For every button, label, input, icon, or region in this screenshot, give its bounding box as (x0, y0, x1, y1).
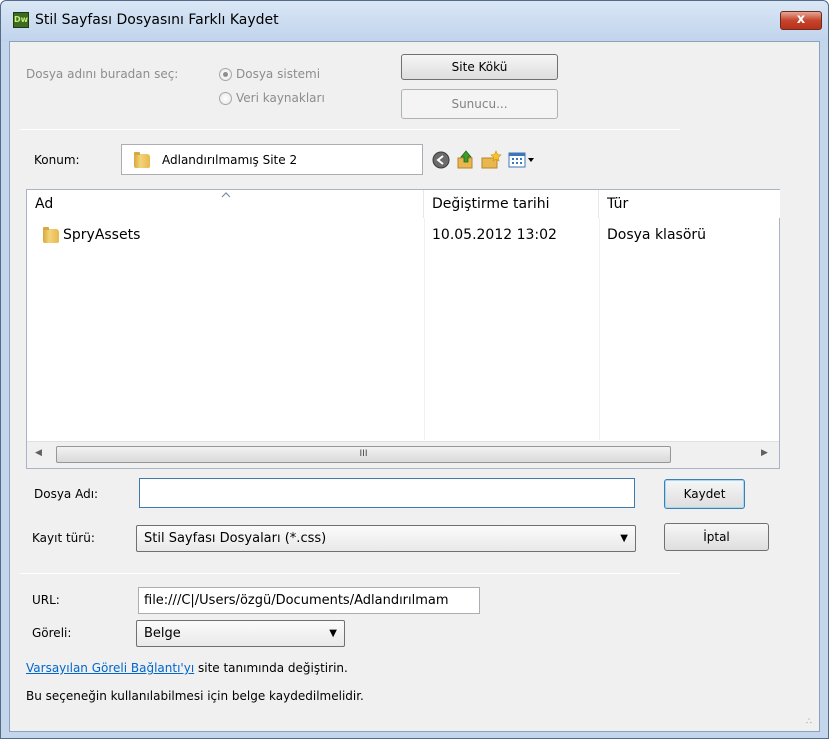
filetype-selected: Stil Sayfası Dosyaları (*.css) (144, 531, 327, 546)
relative-selected: Belge (144, 626, 181, 641)
cancel-button[interactable]: İptal (664, 523, 769, 551)
view-menu-icon[interactable] (507, 150, 537, 170)
resize-grip-icon[interactable]: ∴ (806, 718, 816, 728)
scroll-thumb[interactable]: III (56, 446, 671, 463)
radio-datasources-label: Veri kaynakları (236, 91, 325, 105)
title-bar[interactable]: Dw Stil Sayfası Dosyasını Farklı Kaydet … (1, 1, 828, 41)
separator-bottom (20, 573, 680, 574)
new-folder-icon[interactable] (480, 149, 502, 171)
location-label: Konum: (34, 153, 80, 167)
row-type: Dosya klasörü (607, 227, 707, 243)
column-header-type[interactable]: Tür (599, 190, 780, 218)
source-label: Dosya adını buradan seç: (26, 67, 179, 81)
close-button[interactable]: x (780, 11, 822, 30)
scroll-right-icon[interactable]: ▶ (761, 448, 768, 458)
column-header-modified-label: Değiştirme tarihi (432, 196, 550, 212)
row-modified: 10.05.2012 13:02 (432, 227, 557, 243)
link-suffix: site tanımında değiştirin. (194, 661, 348, 675)
relative-label: Göreli: (32, 626, 72, 640)
filetype-select[interactable]: Stil Sayfası Dosyaları (*.css) ▼ (136, 525, 636, 552)
column-header-modified[interactable]: Değiştirme tarihi (424, 190, 599, 218)
default-relative-link[interactable]: Varsayılan Göreli Bağlantı'yı (26, 661, 194, 675)
column-divider (599, 218, 600, 440)
server-button[interactable]: Sunucu... (401, 89, 558, 119)
relative-link-text: Varsayılan Göreli Bağlantı'yı site tanım… (26, 661, 348, 675)
radio-filesystem[interactable] (219, 68, 232, 81)
back-icon[interactable] (431, 150, 451, 170)
save-as-dialog: Dw Stil Sayfası Dosyasını Farklı Kaydet … (0, 0, 829, 739)
dreamweaver-app-icon: Dw (13, 12, 29, 28)
radio-datasources[interactable] (219, 92, 232, 105)
folder-icon (134, 152, 150, 168)
chevron-down-icon: ▼ (620, 533, 628, 544)
chevron-down-icon: ▼ (329, 628, 337, 639)
filename-input[interactable] (139, 478, 635, 508)
url-field[interactable]: file:///C|/Users/özgü/Documents/Adlandır… (138, 587, 480, 614)
sort-ascending-icon (221, 192, 231, 198)
close-icon: x (796, 12, 806, 27)
url-label: URL: (32, 593, 60, 607)
column-header-type-label: Tür (607, 196, 629, 212)
table-row[interactable]: SpryAssets 10.05.2012 13:02 Dosya klasör… (29, 225, 777, 247)
dialog-body: Dosya adını buradan seç: Dosya sistemi V… (9, 41, 820, 732)
radio-filesystem-label: Dosya sistemi (236, 67, 321, 81)
location-value: Adlandırılmamış Site 2 (162, 153, 298, 167)
file-list[interactable]: Ad Değiştirme tarihi Tür SpryAssets 10.0… (26, 189, 780, 469)
filetype-label: Kayıt türü: (32, 531, 95, 545)
filename-label: Dosya Adı: (34, 487, 99, 501)
column-header-name-label: Ad (35, 196, 54, 212)
scroll-thumb-grip: III (359, 449, 368, 459)
dialog-title: Stil Sayfası Dosyasını Farklı Kaydet (35, 12, 279, 28)
location-combo[interactable]: Adlandırılmamış Site 2 (121, 144, 423, 175)
column-divider (424, 218, 425, 440)
separator-top (20, 129, 680, 130)
row-name: SpryAssets (63, 227, 141, 243)
scroll-left-icon[interactable]: ◀ (35, 448, 42, 458)
site-root-button[interactable]: Site Kökü (401, 54, 558, 80)
folder-icon (43, 227, 59, 243)
save-button[interactable]: Kaydet (664, 479, 745, 509)
horizontal-scrollbar[interactable]: ◀ III ▶ (27, 441, 779, 468)
save-required-note: Bu seçeneğin kullanılabilmesi için belge… (26, 689, 364, 703)
up-folder-icon[interactable] (455, 149, 477, 171)
relative-select[interactable]: Belge ▼ (136, 620, 345, 647)
